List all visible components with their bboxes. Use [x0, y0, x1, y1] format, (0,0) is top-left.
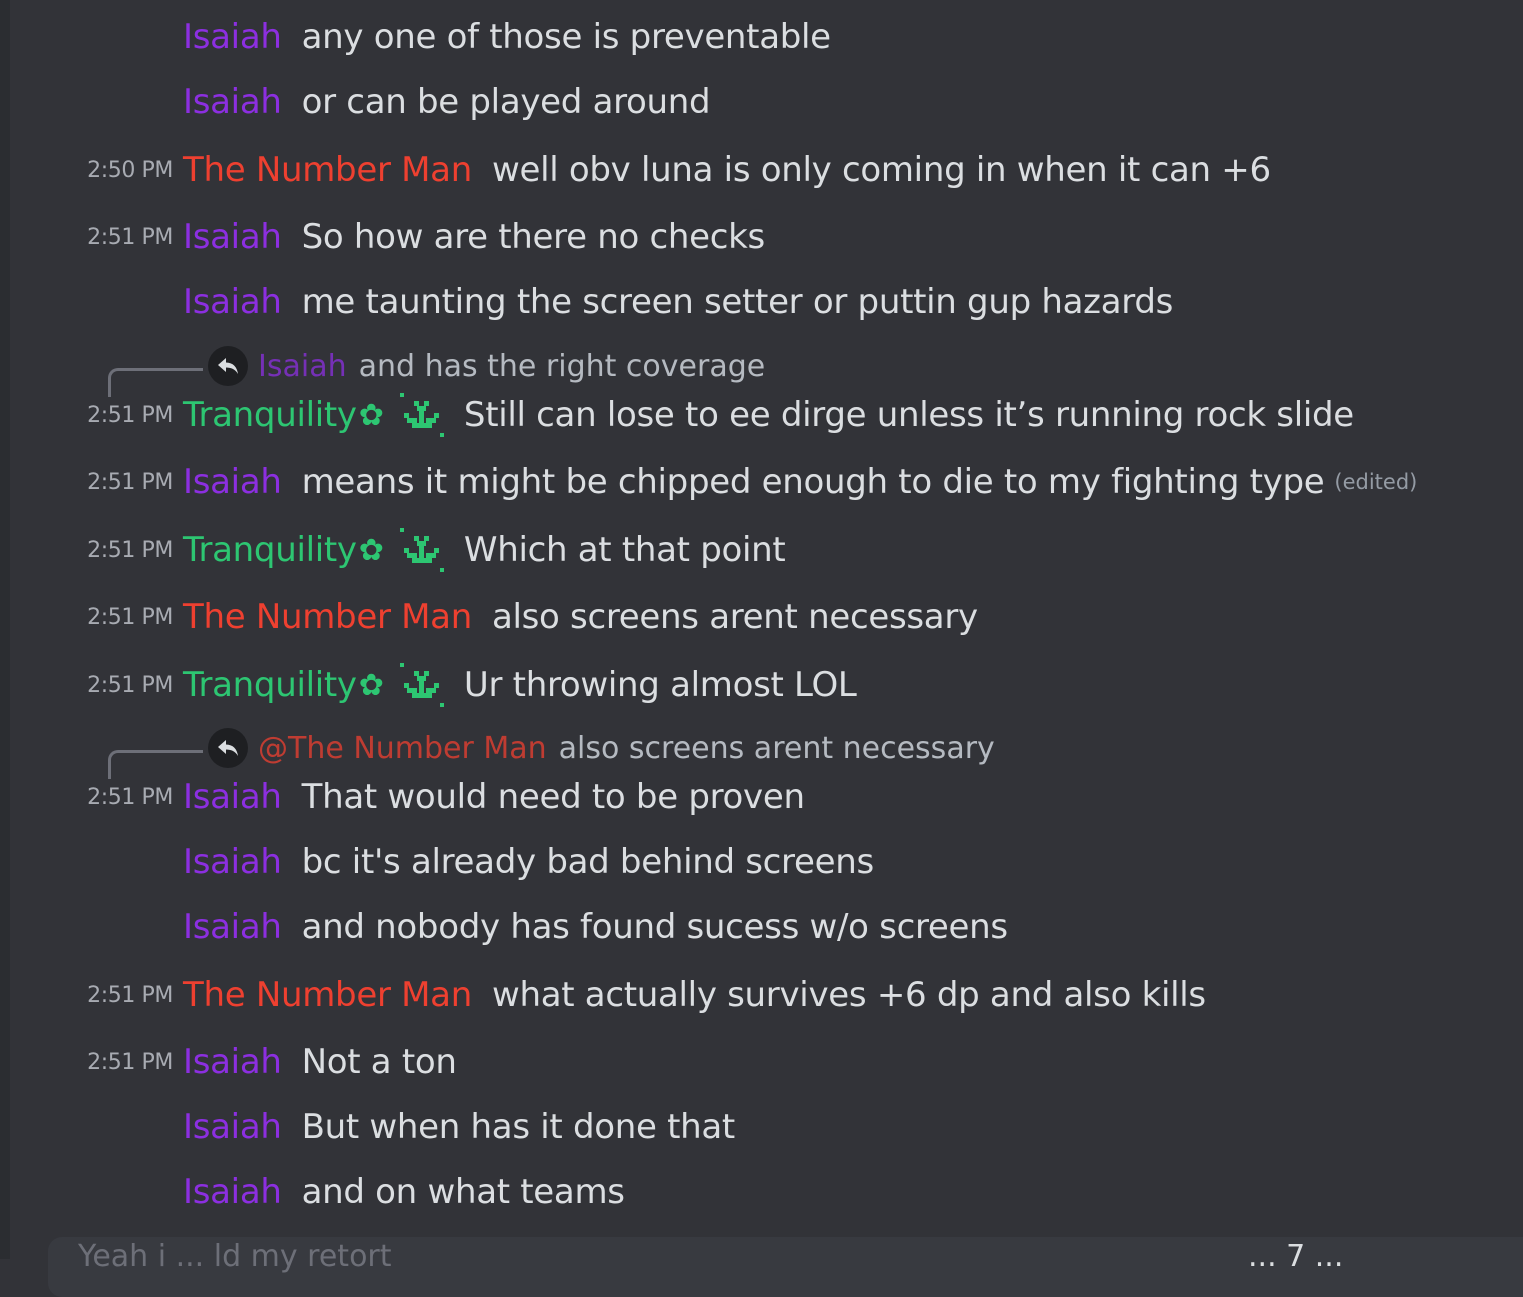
- chat-message[interactable]: Isaiah or can be played around: [0, 74, 1523, 130]
- sprout-icon: [399, 528, 444, 572]
- chat-message[interactable]: 2:51 PM Isaiah That would need to be pro…: [0, 769, 1523, 825]
- message-author[interactable]: Tranquility: [183, 530, 357, 570]
- message-text: me taunting the screen setter or puttin …: [301, 282, 1174, 322]
- message-text: and on what teams: [301, 1172, 625, 1212]
- reply-text: also screens arent necessary: [558, 730, 995, 766]
- message-timestamp: 2:51 PM: [87, 224, 173, 250]
- reply-reference[interactable]: @The Number Man also screens arent neces…: [0, 728, 1523, 779]
- message-composer[interactable]: Yeah i ... ld my retort ... 7 ...: [48, 1237, 1523, 1297]
- message-text: Which at that point: [463, 530, 786, 570]
- reply-text: and has the right coverage: [358, 348, 766, 384]
- message-timestamp: 2:51 PM: [87, 604, 173, 630]
- message-text: Still can lose to ee dirge unless it’s r…: [463, 395, 1354, 435]
- reply-author[interactable]: @The Number Man: [258, 731, 547, 766]
- message-author[interactable]: Isaiah: [183, 1172, 282, 1212]
- message-author[interactable]: Isaiah: [183, 1107, 282, 1147]
- chat-message[interactable]: 2:51 PM Tranquility ✿ Still can lose to …: [0, 387, 1523, 443]
- message-text: also screens arent necessary: [491, 597, 978, 637]
- message-timestamp: 2:51 PM: [87, 672, 173, 698]
- flower-icon: ✿: [358, 667, 384, 703]
- sprout-icon: [399, 663, 444, 707]
- chat-log: Isaiah any one of those is preventable I…: [0, 0, 1523, 1259]
- message-text: any one of those is preventable: [301, 17, 832, 57]
- reply-arrow-icon: [208, 346, 248, 386]
- message-text: or can be played around: [301, 82, 711, 122]
- chat-message[interactable]: Isaiah and on what teams: [0, 1164, 1523, 1220]
- message-timestamp: 2:51 PM: [87, 982, 173, 1008]
- message-author[interactable]: Isaiah: [183, 17, 282, 57]
- message-author[interactable]: Isaiah: [183, 777, 282, 817]
- chat-message[interactable]: Isaiah any one of those is preventable: [0, 9, 1523, 65]
- message-text: bc it's already bad behind screens: [301, 842, 875, 882]
- chat-message[interactable]: 2:51 PM The Number Man what actually sur…: [0, 967, 1523, 1023]
- composer-text: Yeah i ... ld my retort: [78, 1239, 392, 1274]
- flower-icon: ✿: [358, 397, 384, 433]
- message-author[interactable]: Isaiah: [183, 1042, 282, 1082]
- chat-message[interactable]: Isaiah bc it's already bad behind screen…: [0, 834, 1523, 890]
- message-text: That would need to be proven: [301, 777, 805, 817]
- message-author[interactable]: Isaiah: [183, 217, 282, 257]
- message-text: means it might be chipped enough to die …: [301, 462, 1325, 502]
- message-author[interactable]: Tranquility: [183, 665, 357, 705]
- message-text: But when has it done that: [301, 1107, 736, 1147]
- message-author[interactable]: Isaiah: [183, 282, 282, 322]
- chat-message[interactable]: 2:51 PM Tranquility ✿ Which at that poin…: [0, 522, 1523, 578]
- message-timestamp: 2:51 PM: [87, 537, 173, 563]
- edited-label: (edited): [1334, 470, 1418, 494]
- reply-arrow-icon: [208, 728, 248, 768]
- chat-message[interactable]: 2:51 PM Isaiah So how are there no check…: [0, 209, 1523, 265]
- message-text: well obv luna is only coming in when it …: [491, 150, 1271, 190]
- flower-icon: ✿: [358, 532, 384, 568]
- message-author[interactable]: Isaiah: [183, 907, 282, 947]
- reply-reference[interactable]: Isaiah and has the right coverage: [0, 346, 1523, 397]
- message-text: what actually survives +6 dp and also ki…: [491, 975, 1206, 1015]
- chat-message[interactable]: Isaiah me taunting the screen setter or …: [0, 274, 1523, 330]
- chat-message[interactable]: 2:51 PM Isaiah Not a ton: [0, 1034, 1523, 1090]
- chat-message[interactable]: Isaiah and nobody has found sucess w/o s…: [0, 899, 1523, 955]
- chat-message[interactable]: 2:51 PM Isaiah means it might be chipped…: [0, 454, 1523, 510]
- message-author[interactable]: The Number Man: [183, 597, 472, 637]
- message-timestamp: 2:51 PM: [87, 402, 173, 428]
- message-author[interactable]: Tranquility: [183, 395, 357, 435]
- message-text: Not a ton: [301, 1042, 457, 1082]
- chat-message[interactable]: Isaiah But when has it done that: [0, 1099, 1523, 1155]
- message-text: Ur throwing almost LOL: [463, 665, 857, 705]
- message-timestamp: 2:51 PM: [87, 784, 173, 810]
- chat-message[interactable]: 2:51 PM Tranquility ✿ Ur throwing almost…: [0, 657, 1523, 713]
- chat-message[interactable]: 2:51 PM The Number Man also screens aren…: [0, 589, 1523, 645]
- message-author[interactable]: Isaiah: [183, 82, 282, 122]
- message-timestamp: 2:50 PM: [87, 157, 173, 183]
- chat-message[interactable]: 2:50 PM The Number Man well obv luna is …: [0, 142, 1523, 198]
- message-author[interactable]: Isaiah: [183, 462, 282, 502]
- message-text: and nobody has found sucess w/o screens: [301, 907, 1009, 947]
- message-author[interactable]: The Number Man: [183, 150, 472, 190]
- reply-author[interactable]: Isaiah: [258, 349, 347, 384]
- message-author[interactable]: Isaiah: [183, 842, 282, 882]
- sprout-icon: [399, 393, 444, 437]
- message-text: So how are there no checks: [301, 217, 766, 257]
- message-timestamp: 2:51 PM: [87, 1049, 173, 1075]
- message-timestamp: 2:51 PM: [87, 469, 173, 495]
- composer-right-text: ... 7 ...: [1248, 1239, 1344, 1274]
- message-author[interactable]: The Number Man: [183, 975, 472, 1015]
